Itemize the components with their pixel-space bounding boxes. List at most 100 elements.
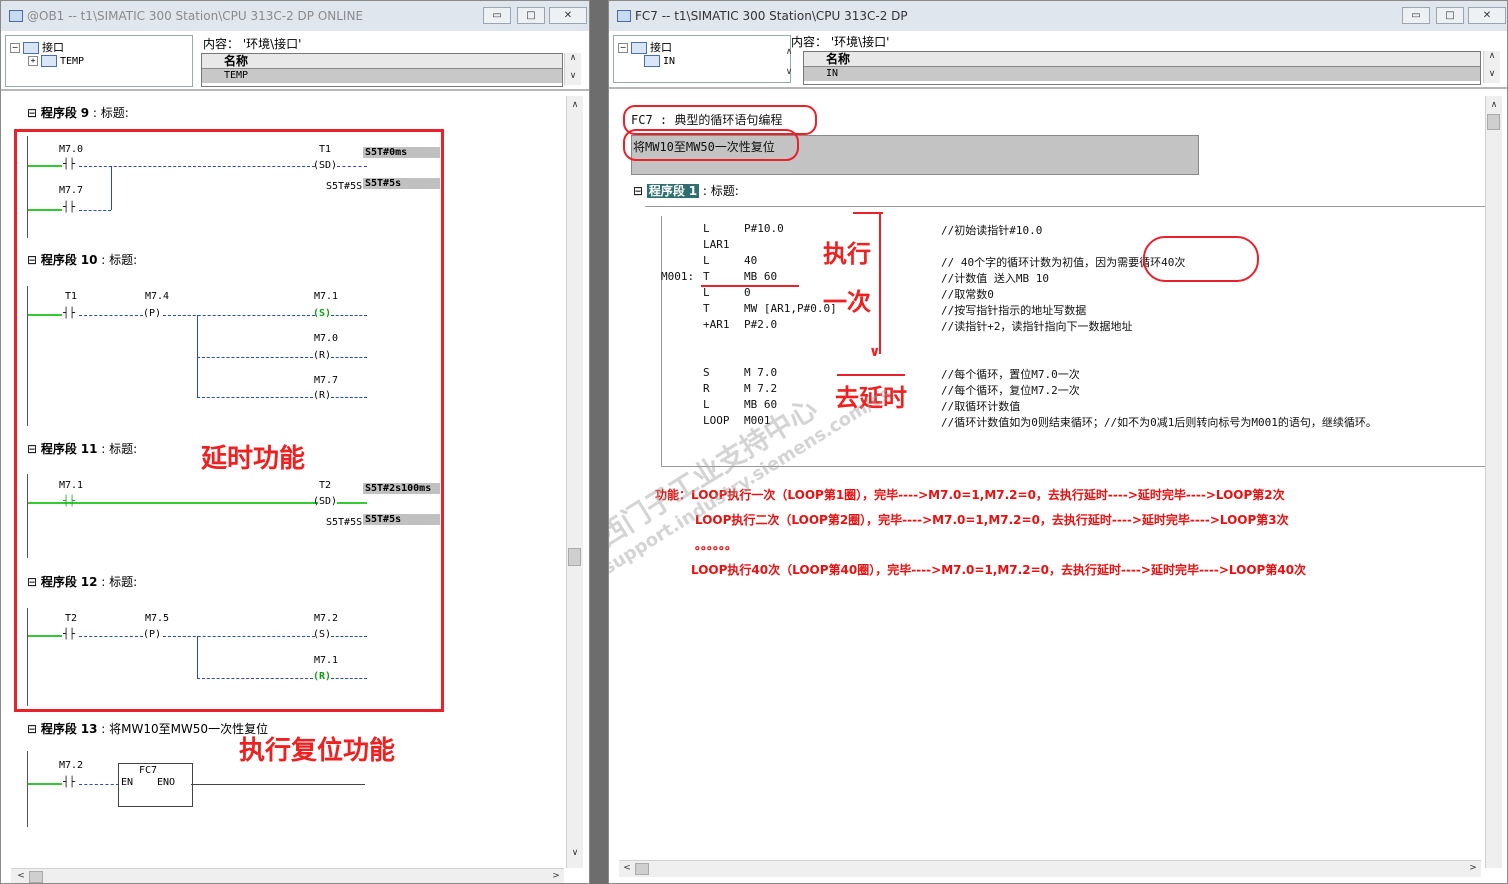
code-arg[interactable]: M 7.2: [744, 382, 777, 395]
reset-coil[interactable]: (R): [313, 671, 331, 682]
timer-preset-value[interactable]: S5T#2s100ms: [363, 483, 440, 494]
wire: [331, 636, 367, 637]
code-arg[interactable]: M001: [744, 414, 771, 427]
timer-coil[interactable]: (SD): [313, 160, 337, 171]
scroll-thumb[interactable]: [568, 548, 581, 566]
h-scroll-thumb[interactable]: [635, 863, 649, 875]
scroll-left-icon[interactable]: <: [619, 863, 635, 873]
tree-root-label[interactable]: 接口: [650, 41, 672, 54]
no-contact-icon[interactable]: ┤├: [63, 308, 75, 319]
code-arg[interactable]: P#10.0: [744, 222, 784, 235]
segment-1-header[interactable]: ⊟ 程序段 1 : 标题:: [633, 182, 739, 199]
editor-vertical-scrollbar[interactable]: ∧: [1485, 96, 1502, 868]
code-arg[interactable]: P#2.0: [744, 318, 777, 331]
scroll-thumb[interactable]: [1487, 114, 1500, 130]
collapse-icon[interactable]: −: [618, 43, 628, 53]
scroll-right-icon[interactable]: >: [548, 871, 564, 881]
expand-icon[interactable]: +: [28, 56, 38, 66]
right-title-bar[interactable]: FC7 -- t1\SIMATIC 300 Station\CPU 313C-2…: [609, 1, 1507, 32]
set-coil[interactable]: (S): [313, 308, 331, 319]
scroll-down-icon[interactable]: ∨: [567, 848, 583, 858]
code-op[interactable]: LAR1: [703, 238, 730, 251]
maximize-button[interactable]: □: [1436, 7, 1464, 24]
code-arg[interactable]: 40: [744, 254, 757, 267]
scroll-down-icon[interactable]: ∨: [781, 67, 797, 77]
code-comment[interactable]: //取常数0: [941, 286, 994, 302]
code-op[interactable]: R: [703, 382, 710, 395]
code-op[interactable]: S: [703, 366, 710, 379]
code-op[interactable]: L: [703, 254, 710, 267]
stl-editor[interactable]: FC7 : 典型的循环语句编程 将MW10至MW50一次性复位 ⊟ 程序段 1 …: [609, 96, 1507, 883]
code-comment[interactable]: //取循环计数值: [941, 398, 1020, 414]
maximize-button[interactable]: □: [517, 7, 545, 24]
scroll-down-icon[interactable]: ∨: [1484, 69, 1500, 79]
code-label[interactable]: M001:: [661, 270, 694, 283]
reset-coil[interactable]: (R): [313, 390, 331, 401]
code-comment[interactable]: //每个循环，复位M7.2一次: [941, 382, 1080, 398]
collapse-icon[interactable]: −: [10, 43, 20, 53]
segment-13-header[interactable]: ⊟ 程序段 13 : 将MW10至MW50一次性复位: [27, 720, 268, 737]
code-op[interactable]: L: [703, 222, 710, 235]
no-contact-icon[interactable]: ┤├: [63, 202, 75, 213]
tree-child-label[interactable]: IN: [663, 56, 675, 67]
interface-scrollbar[interactable]: ∧ ∨: [564, 53, 581, 85]
code-op[interactable]: +AR1: [703, 318, 730, 331]
edge-coil[interactable]: (P): [143, 629, 161, 640]
scroll-up-icon[interactable]: ∧: [567, 100, 583, 110]
code-comment[interactable]: //计数值 送入MB 10: [941, 270, 1049, 286]
tree-root-label[interactable]: 接口: [42, 41, 64, 54]
h-scroll-thumb[interactable]: [29, 871, 43, 883]
no-contact-icon[interactable]: ┤├: [63, 629, 75, 640]
interface-grid[interactable]: 名称 TEMP: [201, 53, 563, 87]
interface-grid[interactable]: 名称 IN: [803, 51, 1481, 85]
timer-label: T1: [319, 144, 332, 155]
minimize-button[interactable]: ▭: [483, 7, 511, 24]
code-comment[interactable]: //初始读指针#10.0: [941, 222, 1042, 238]
code-arg[interactable]: MB 60: [744, 270, 777, 283]
interface-tree[interactable]: − 接口 IN: [613, 35, 791, 83]
scroll-left-icon[interactable]: <: [13, 871, 29, 881]
timer-coil[interactable]: (SD): [313, 496, 337, 507]
scroll-up-icon[interactable]: ∧: [1484, 51, 1500, 61]
tree-child-label[interactable]: TEMP: [60, 56, 84, 67]
interface-scrollbar[interactable]: ∧ ∨: [1483, 51, 1500, 83]
close-button[interactable]: ✕: [1468, 7, 1506, 24]
code-arg[interactable]: 0: [744, 286, 751, 299]
code-comment[interactable]: //按写指针指示的地址写数据: [941, 302, 1086, 318]
code-arg[interactable]: M 7.0: [744, 366, 777, 379]
left-title-bar[interactable]: @OB1 -- t1\SIMATIC 300 Station\CPU 313C-…: [1, 1, 589, 32]
segment-9-header[interactable]: ⊟ 程序段 9 : 标题:: [27, 104, 129, 121]
editor-horizontal-scrollbar[interactable]: < >: [11, 868, 564, 883]
ladder-editor[interactable]: ⊟ 程序段 9 : 标题: ⊟ 程序段 10 : 标题: ⊟ 程序段 11 : …: [1, 96, 589, 883]
code-op[interactable]: T: [703, 302, 710, 315]
code-op[interactable]: L: [703, 286, 710, 299]
code-op[interactable]: L: [703, 398, 710, 411]
timer-preset-value[interactable]: S5T#0ms: [363, 147, 440, 158]
grid-row[interactable]: IN: [804, 67, 1480, 81]
scroll-down-icon[interactable]: ∨: [565, 71, 581, 81]
code-arg[interactable]: MB 60: [744, 398, 777, 411]
grid-row[interactable]: TEMP: [202, 69, 562, 83]
edge-coil[interactable]: (P): [143, 308, 161, 319]
code-comment[interactable]: //每个循环，置位M7.0一次: [941, 366, 1080, 382]
tv-value[interactable]: S5T#5s: [363, 514, 440, 525]
no-contact-icon[interactable]: ┤├: [63, 777, 75, 788]
code-op[interactable]: LOOP: [703, 414, 730, 427]
scroll-up-icon[interactable]: ∧: [1486, 100, 1502, 110]
grid-header-name: 名称: [202, 54, 562, 69]
tv-value[interactable]: S5T#5s: [363, 178, 440, 189]
no-contact-icon[interactable]: ┤├: [63, 159, 75, 170]
scroll-right-icon[interactable]: >: [1465, 863, 1481, 873]
code-comment[interactable]: //读指针+2，读指针指向下一数据地址: [941, 318, 1133, 334]
no-contact-icon[interactable]: ┤├: [63, 496, 75, 507]
editor-horizontal-scrollbar[interactable]: < >: [619, 860, 1481, 877]
editor-vertical-scrollbar[interactable]: ∧ ∨: [566, 96, 583, 868]
close-button[interactable]: ✕: [549, 7, 587, 24]
scroll-up-icon[interactable]: ∧: [565, 53, 581, 63]
interface-tree[interactable]: − 接口 + TEMP: [5, 35, 193, 87]
minimize-button[interactable]: ▭: [1402, 7, 1430, 24]
code-comment[interactable]: //循环计数值如为0则结束循环；//如不为0减1后则转向标号为M001的语句，继…: [941, 414, 1377, 430]
reset-coil[interactable]: (R): [313, 350, 331, 361]
set-coil[interactable]: (S): [313, 629, 331, 640]
code-op[interactable]: T: [703, 270, 710, 283]
